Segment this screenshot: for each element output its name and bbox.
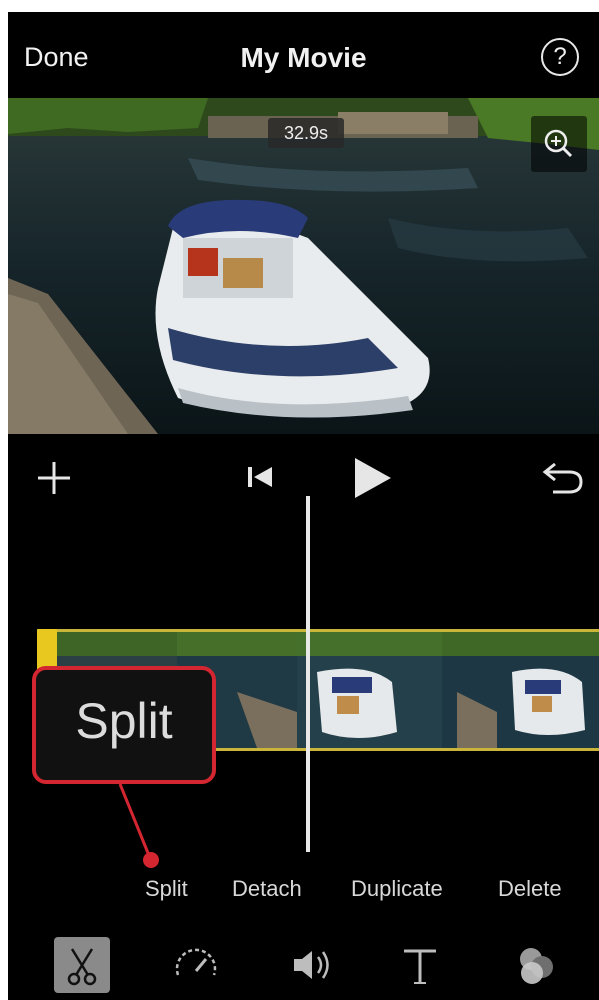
imovie-screen: Done My Movie ? 32.9s Split Split Detach… (8, 12, 599, 1000)
playhead[interactable] (306, 496, 310, 852)
filters-tool-button[interactable] (508, 937, 564, 993)
help-button[interactable]: ? (541, 38, 579, 76)
speed-icon (175, 948, 217, 976)
play-icon[interactable] (353, 456, 393, 500)
volume-tool-button[interactable] (284, 937, 340, 993)
top-bar: Done My Movie ? (8, 12, 599, 98)
titles-tool-button[interactable] (392, 937, 448, 993)
video-frame (8, 98, 599, 434)
duration-badge: 32.9s (268, 118, 344, 148)
project-title: My Movie (240, 42, 367, 73)
undo-icon[interactable] (541, 456, 585, 496)
zoom-in-icon (544, 129, 573, 158)
scissors-icon (67, 948, 97, 986)
volume-icon (294, 951, 329, 979)
speed-tool-button[interactable] (168, 937, 224, 993)
skip-to-start-icon[interactable] (246, 464, 274, 490)
delete-action[interactable]: Delete (498, 876, 562, 902)
zoom-button[interactable] (531, 116, 587, 172)
duplicate-action[interactable]: Duplicate (351, 876, 443, 902)
split-action[interactable]: Split (145, 876, 188, 902)
video-viewer[interactable]: 32.9s (8, 98, 599, 434)
callout-label: Split (75, 693, 173, 749)
text-icon (404, 949, 436, 984)
detach-action[interactable]: Detach (232, 876, 302, 902)
actions-tool-button[interactable] (54, 937, 110, 993)
split-callout: Split (32, 666, 216, 784)
add-media-icon[interactable] (36, 460, 72, 496)
filter-icon (520, 948, 553, 984)
